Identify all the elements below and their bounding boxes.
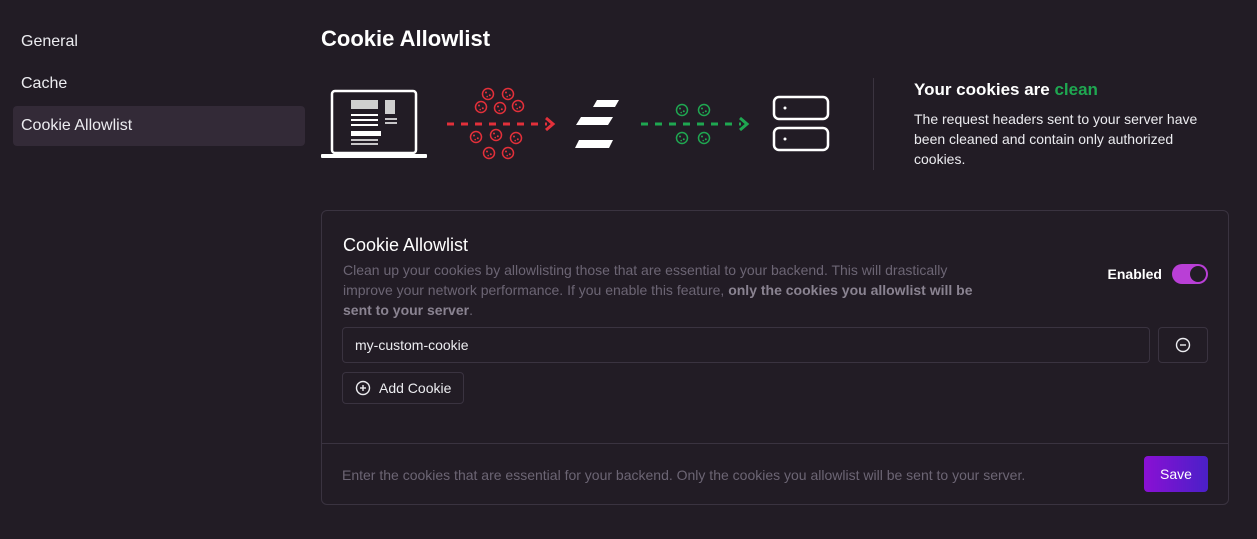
- sidebar-item-cache[interactable]: Cache: [13, 64, 305, 104]
- page-title: Cookie Allowlist: [321, 26, 491, 51]
- card-description: Clean up your cookies by allowlisting th…: [343, 260, 993, 320]
- plus-circle-icon: [355, 380, 371, 396]
- enabled-toggle-group: Enabled: [1108, 264, 1208, 284]
- laptop-icon: [321, 89, 427, 158]
- minus-circle-icon: [1175, 337, 1191, 353]
- save-button[interactable]: Save: [1144, 456, 1208, 492]
- add-cookie-label: Add Cookie: [379, 380, 452, 396]
- logo-icon: [575, 100, 619, 148]
- card-title: Cookie Allowlist: [343, 235, 469, 255]
- hero-heading-accent: clean: [1054, 80, 1098, 99]
- sidebar-item-label: Cache: [21, 75, 68, 92]
- card-description-end: .: [469, 302, 473, 318]
- green-arrow-icon: [641, 116, 750, 132]
- hero-description: The request headers sent to your server …: [914, 111, 1198, 167]
- cookie-flow-illustration: [321, 87, 830, 160]
- footer-help-text: Enter the cookies that are essential for…: [342, 467, 1026, 483]
- sidebar-item-label: General: [21, 33, 78, 50]
- hero-divider: [873, 78, 874, 170]
- server-icon: [772, 95, 830, 152]
- remove-cookie-button[interactable]: [1158, 327, 1208, 363]
- sidebar-item-general[interactable]: General: [13, 22, 305, 62]
- sidebar-item-label: Cookie Allowlist: [21, 117, 133, 134]
- cookie-name-input[interactable]: [342, 327, 1150, 363]
- card-footer: Enter the cookies that are essential for…: [322, 443, 1228, 505]
- hero-banner: Your cookies are clean The request heade…: [321, 78, 1229, 170]
- add-cookie-button[interactable]: Add Cookie: [342, 372, 465, 404]
- green-cookies-icon: [675, 103, 711, 145]
- toggle-label: Enabled: [1107, 266, 1162, 282]
- red-arrow-icon: [447, 116, 556, 132]
- sidebar: General Cache Cookie Allowlist: [13, 22, 305, 148]
- hero-heading-prefix: Your cookies are: [914, 80, 1055, 99]
- enabled-toggle[interactable]: [1172, 264, 1208, 284]
- cookie-allowlist-card: Cookie Allowlist Clean up your cookies b…: [321, 210, 1229, 505]
- hero-heading: Your cookies are clean: [914, 80, 1204, 100]
- toggle-knob: [1190, 266, 1206, 282]
- hero-text: Your cookies are clean The request heade…: [914, 80, 1204, 169]
- sidebar-item-cookie-allowlist[interactable]: Cookie Allowlist: [13, 106, 305, 146]
